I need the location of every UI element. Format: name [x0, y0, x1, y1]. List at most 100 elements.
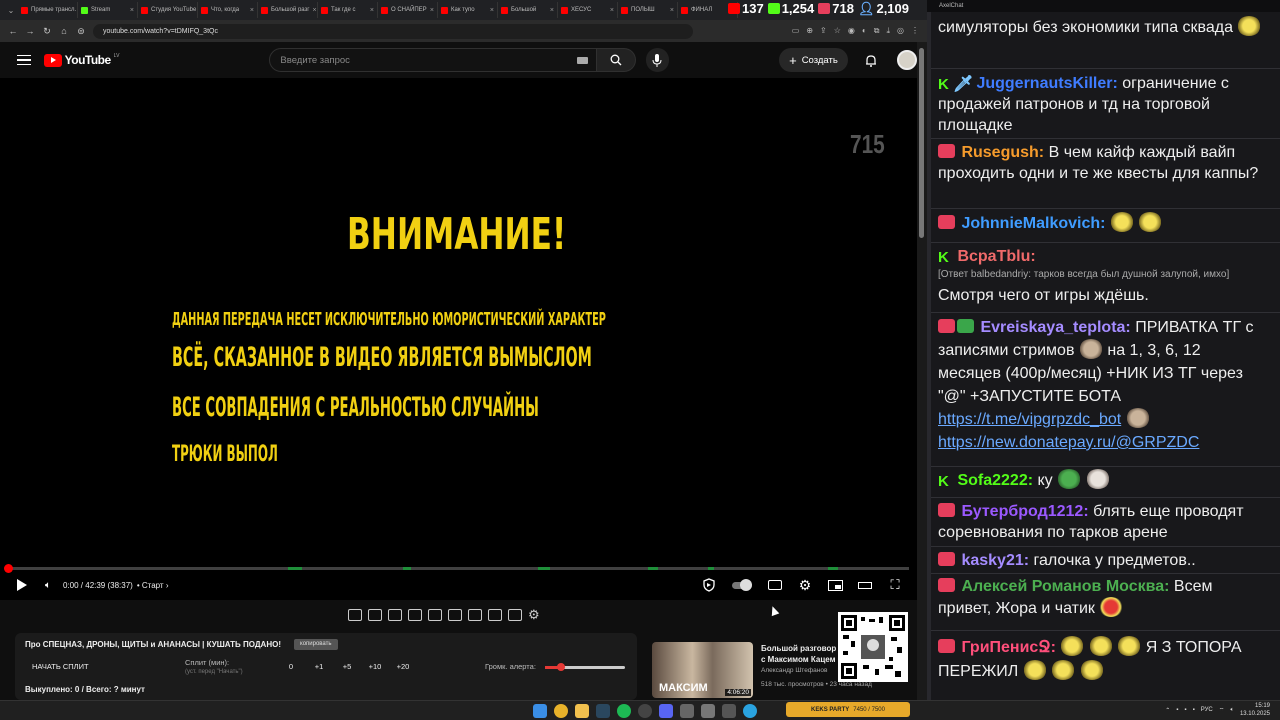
chat-username[interactable]: JohnnieMalkovich: [961, 215, 1105, 232]
tray-app-icon[interactable]: ▪ [1176, 707, 1178, 713]
site-info-icon[interactable]: ⊜ [76, 26, 86, 37]
discord-icon[interactable] [659, 704, 673, 718]
extension-icon[interactable]: ◉ [848, 26, 855, 36]
forward-icon[interactable]: → [25, 26, 35, 36]
chat-username[interactable]: Evreiskaya_teplota: [980, 319, 1130, 336]
browser-tab[interactable]: ПОЛЫШ × [618, 2, 678, 18]
add-icon[interactable] [488, 609, 502, 621]
chat-username[interactable]: JuggernautsKiller: [976, 75, 1117, 92]
split-value-button[interactable]: +1 [305, 662, 333, 671]
tab-close-icon[interactable]: × [430, 7, 434, 14]
settings-gear-icon[interactable]: ⚙ [797, 577, 813, 593]
hamburger-menu-icon[interactable] [17, 54, 31, 66]
split-value-button[interactable]: 0 [277, 662, 305, 671]
back-icon[interactable]: ← [8, 26, 18, 36]
progress-scrubber-handle[interactable] [4, 564, 13, 573]
tray-chevron-icon[interactable]: ⌃ [1165, 707, 1170, 714]
youtube-logo[interactable]: YouTube LV [43, 53, 119, 67]
create-button[interactable]: + Создать [779, 48, 848, 72]
chat-link[interactable]: https://new.donatepay.ru/@GRPZDC [938, 434, 1199, 451]
subtitles-icon[interactable] [767, 579, 783, 591]
alert-volume-slider[interactable] [545, 663, 625, 671]
loop-icon[interactable] [348, 609, 362, 621]
app-icon[interactable] [680, 704, 694, 718]
record-icon[interactable] [388, 609, 402, 621]
miniplayer-icon[interactable] [827, 579, 843, 591]
app-icon[interactable] [701, 704, 715, 718]
telegram-icon[interactable] [743, 704, 757, 718]
home-icon[interactable]: ⌂ [59, 26, 69, 36]
start-icon[interactable] [533, 704, 547, 718]
recommended-title[interactable]: Большой разговор с Максимом Кацем [761, 643, 841, 665]
split-value-button[interactable]: +5 [333, 662, 361, 671]
reload-icon[interactable]: ↻ [42, 26, 52, 37]
page-scrollbar[interactable] [917, 42, 927, 700]
copy-button[interactable]: копировать [294, 639, 338, 650]
tray-app-icon[interactable]: ▪ [1193, 707, 1195, 713]
browser-menu-icon[interactable]: ⋮ [911, 26, 919, 36]
zoom-icon[interactable]: ⊕ [806, 26, 813, 36]
share-icon[interactable]: ⇪ [820, 26, 827, 36]
speed-icon[interactable] [468, 609, 482, 621]
tray-app-icon[interactable]: ▪ [1184, 707, 1186, 713]
taskbar-app-widget[interactable]: KEKS PARTY 7450 / 7500 [786, 702, 910, 717]
language-indicator[interactable]: РУС [1201, 707, 1213, 713]
theater-mode-icon[interactable] [857, 579, 873, 591]
split-value-button[interactable]: +10 [361, 662, 389, 671]
play-icon[interactable] [17, 579, 27, 591]
bookmark-star-icon[interactable]: ☆ [834, 26, 841, 36]
chat-username[interactable]: Алексей Романов Москва: [961, 578, 1169, 595]
steam-icon[interactable] [596, 704, 610, 718]
cinema-icon[interactable] [448, 609, 462, 621]
profile-icon[interactable]: ◎ [897, 26, 904, 36]
voice-search-button[interactable] [645, 48, 670, 72]
tab-close-icon[interactable]: × [130, 7, 134, 14]
tab-close-icon[interactable]: × [250, 7, 254, 14]
tab-close-icon[interactable]: × [610, 7, 614, 14]
start-split-button[interactable]: НАЧАТЬ СПЛИТ [25, 662, 96, 671]
split-value-button[interactable]: +20 [389, 662, 417, 671]
chat-username[interactable]: Sofa2222: [957, 472, 1033, 489]
browser-tab[interactable]: Так где с × [318, 2, 378, 18]
picture-icon[interactable] [428, 609, 442, 621]
chapter-button[interactable]: • Старт › [137, 581, 169, 590]
tab-close-icon[interactable]: × [550, 7, 554, 14]
chat-username[interactable]: Rusegush: [961, 144, 1044, 161]
chat-username[interactable]: ГриПенисՋ: [961, 639, 1055, 656]
extension-settings-icon[interactable]: ⚙ [528, 608, 542, 621]
browser-tab[interactable]: ХЕСУС × [558, 2, 618, 18]
video-player[interactable]: 715 ВНИМАНИЕ! ДАННАЯ ПЕРЕДАЧА НЕСЕТ ИСКЛ… [0, 78, 917, 600]
url-field[interactable]: youtube.com/watch?v=tDMIFQ_3tQc [93, 23, 693, 39]
app-icon[interactable] [722, 704, 736, 718]
tab-close-icon[interactable]: × [312, 7, 316, 14]
browser-tab[interactable]: Stream × [78, 2, 138, 18]
alert-volume-knob[interactable] [557, 663, 565, 671]
network-icon[interactable]: ⌔ [1219, 706, 1225, 714]
browser-tab[interactable]: Что, когда × [198, 2, 258, 18]
volume-icon[interactable]: 🔈︎ [45, 580, 51, 591]
chat-username[interactable]: BcpaTblu: [957, 248, 1035, 265]
file-explorer-icon[interactable] [575, 704, 589, 718]
spotify-icon[interactable] [617, 704, 631, 718]
cast-icon[interactable]: ▭ [792, 26, 800, 36]
browser-tab[interactable]: О СНАЙПЕР × [378, 2, 438, 18]
extensions-puzzle-icon[interactable]: ⧉ [874, 26, 880, 36]
shield-icon[interactable] [701, 578, 717, 592]
account-avatar[interactable] [897, 50, 917, 70]
browser-tab[interactable]: Студия YouTube× [138, 2, 198, 18]
download-icon[interactable]: ⤓ [886, 26, 890, 36]
extension-icon[interactable]: ◐ [862, 26, 867, 36]
recommended-channel[interactable]: Александр Штефанов [761, 667, 827, 674]
clapper-icon[interactable] [408, 609, 422, 621]
keyboard-icon[interactable] [576, 57, 588, 64]
scrollbar-thumb[interactable] [919, 48, 924, 238]
browser-tab[interactable]: Большой × [498, 2, 558, 18]
obs-icon[interactable] [638, 704, 652, 718]
tab-close-icon[interactable]: × [490, 7, 494, 14]
search-input[interactable]: Введите запрос [269, 48, 597, 72]
chat-link[interactable]: https://t.me/vipgrpzdc_bot [938, 411, 1121, 428]
chat-username[interactable]: Бутерброд1212: [961, 503, 1088, 520]
autoplay-toggle[interactable] [731, 578, 753, 591]
clock[interactable]: 15:19 13.10.2025 [1240, 702, 1270, 718]
fullscreen-icon[interactable]: ⛶ [887, 577, 903, 592]
